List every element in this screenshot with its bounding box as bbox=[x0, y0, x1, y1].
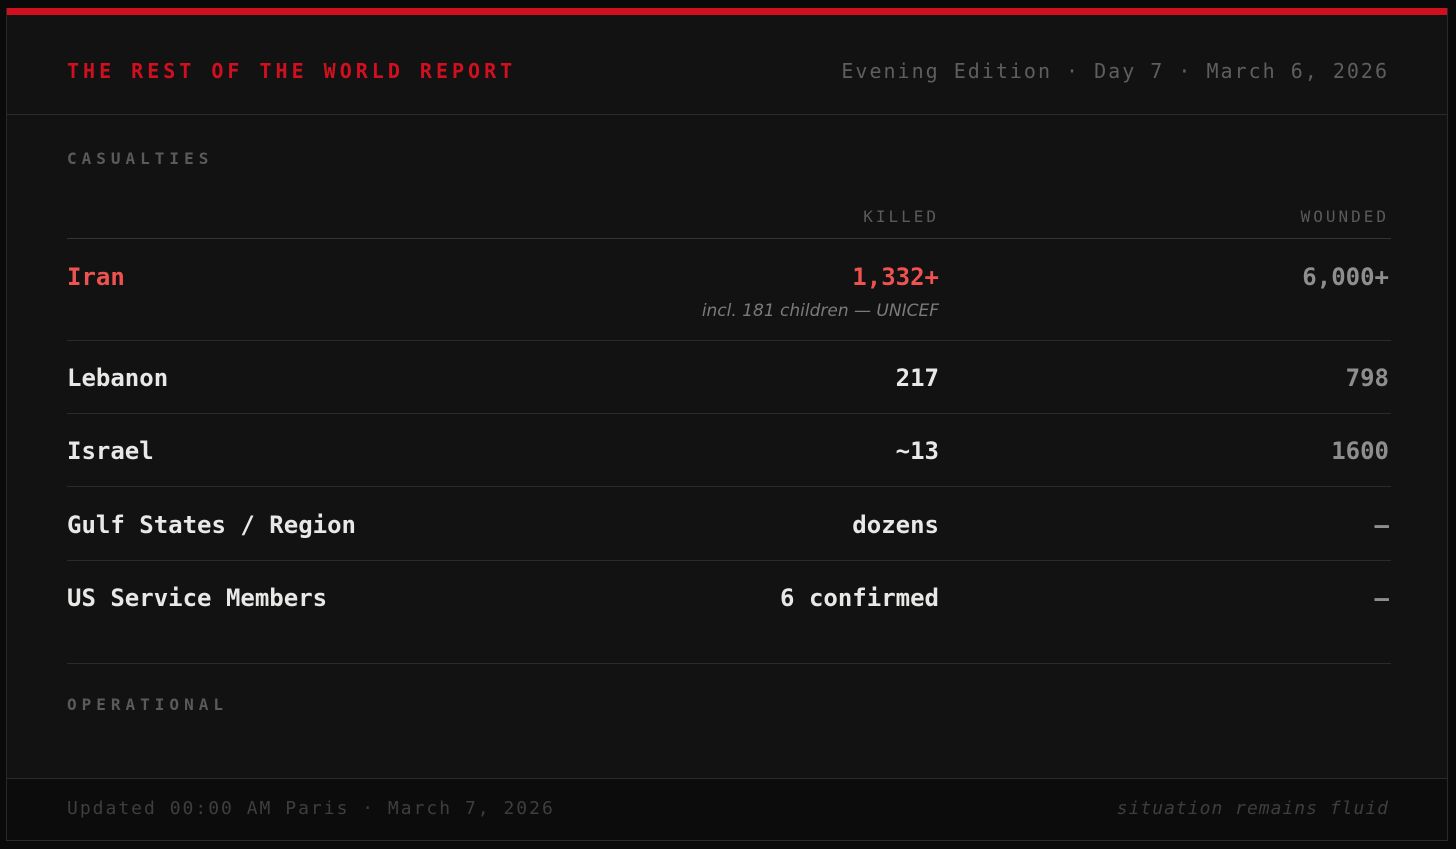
table-header-divider bbox=[67, 238, 1391, 239]
edition-info: Evening Edition · Day 7 · March 6, 2026 bbox=[841, 59, 1389, 83]
country-name: Iran bbox=[67, 263, 125, 291]
updated-timestamp: Updated 00:00 AM Paris · March 7, 2026 bbox=[67, 798, 555, 819]
killed-value: 1,332+ bbox=[852, 263, 939, 291]
report-header: THE REST OF THE WORLD REPORT Evening Edi… bbox=[7, 15, 1447, 115]
country-name: Gulf States / Region bbox=[67, 511, 356, 539]
status-note: situation remains fluid bbox=[1116, 798, 1389, 819]
wounded-value: 6,000+ bbox=[1302, 263, 1389, 291]
wounded-value: — bbox=[1374, 511, 1389, 539]
row-divider bbox=[67, 560, 1391, 561]
wounded-value: — bbox=[1374, 584, 1389, 612]
wounded-value: 1600 bbox=[1331, 437, 1389, 465]
killed-value: dozens bbox=[852, 511, 939, 539]
wounded-column-header: WOUNDED bbox=[1300, 207, 1389, 226]
country-name: US Service Members bbox=[67, 584, 328, 612]
killed-column-header: KILLED bbox=[863, 207, 939, 226]
report-card: THE REST OF THE WORLD REPORT Evening Edi… bbox=[6, 8, 1448, 841]
country-name: Lebanon bbox=[67, 364, 169, 392]
killed-value: 6 confirmed bbox=[780, 584, 939, 612]
accent-bar bbox=[7, 8, 1447, 15]
country-name: Israel bbox=[67, 437, 154, 465]
operational-section-label: OPERATIONAL bbox=[67, 695, 228, 714]
casualties-section-label: CASUALTIES bbox=[67, 149, 214, 168]
wounded-value: 798 bbox=[1345, 364, 1389, 392]
row-divider bbox=[67, 486, 1391, 487]
report-footer: Updated 00:00 AM Paris · March 7, 2026 s… bbox=[7, 778, 1447, 840]
row-divider bbox=[67, 413, 1391, 414]
section-divider bbox=[67, 663, 1391, 664]
row-divider bbox=[67, 340, 1391, 341]
killed-value: 217 bbox=[895, 364, 939, 392]
report-title: THE REST OF THE WORLD REPORT bbox=[67, 59, 517, 83]
killed-value: ~13 bbox=[895, 437, 939, 465]
killed-note: incl. 181 children — UNICEF bbox=[701, 301, 939, 321]
